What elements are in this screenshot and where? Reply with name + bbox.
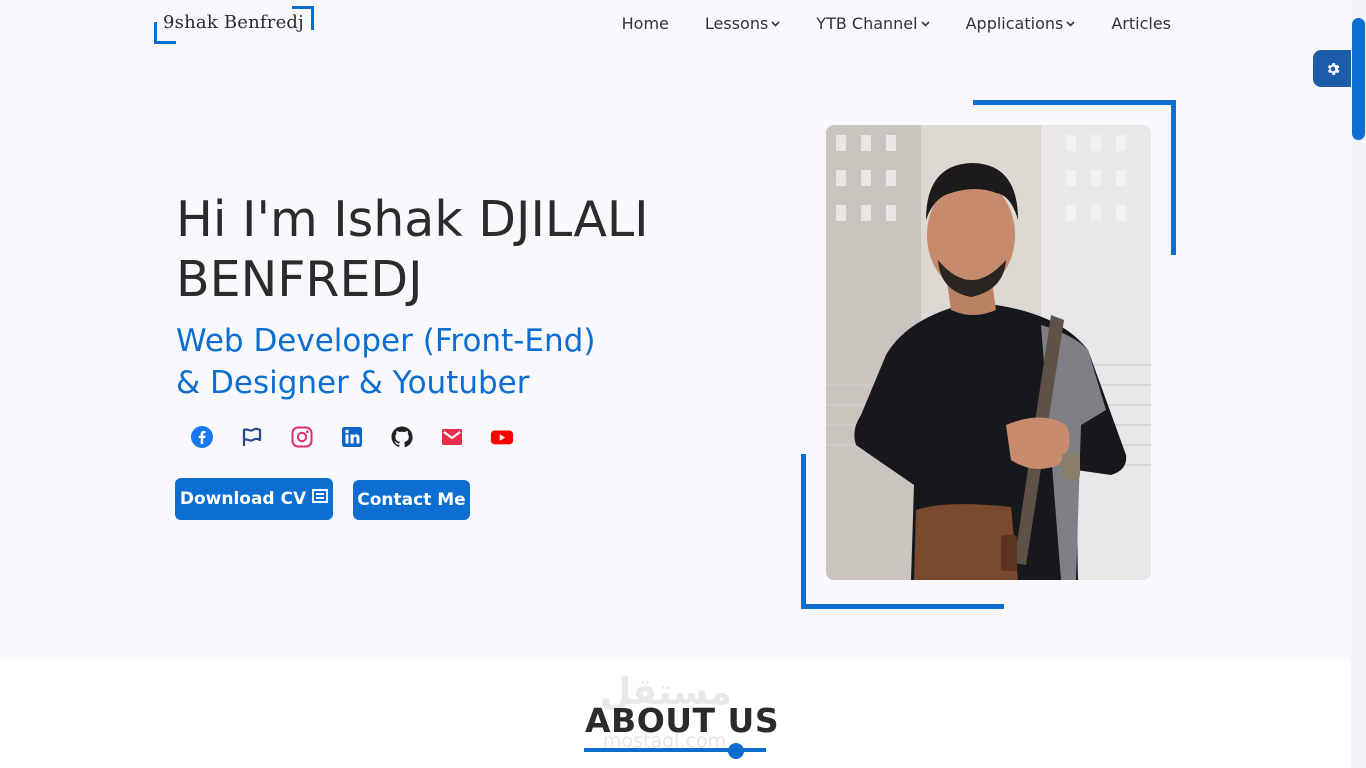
document-icon xyxy=(312,489,329,503)
chevron-down-icon xyxy=(771,19,780,30)
hero-subtitle-line1: Web Developer (Front-End) xyxy=(176,323,596,359)
nav-item-label: YTB Channel xyxy=(816,14,918,33)
site-logo[interactable]: 9shak Benfredj xyxy=(154,6,314,44)
nav-item-lessons[interactable]: Lessons xyxy=(687,14,798,33)
nav-item-label: Applications xyxy=(965,14,1064,33)
about-title-dot xyxy=(728,743,744,759)
top-navbar: 9shak Benfredj Home Lessons YTB Channel … xyxy=(0,0,1366,50)
hero-title: Hi I'm Ishak DJILALI BENFREDJ xyxy=(176,191,649,308)
contact-me-button[interactable]: Contact Me xyxy=(353,480,470,520)
chevron-down-icon xyxy=(1066,19,1075,30)
hero-subtitle: Web Developer (Front-End) & Designer & Y… xyxy=(176,320,696,404)
download-cv-button[interactable]: Download CV xyxy=(175,478,333,520)
logo-text: 9shak Benfredj xyxy=(163,12,304,33)
nav-item-articles[interactable]: Articles xyxy=(1093,14,1171,33)
nav-item-home[interactable]: Home xyxy=(604,14,687,33)
nav-menu: Home Lessons YTB Channel Applications Ar… xyxy=(604,14,1171,33)
flag-icon[interactable] xyxy=(240,425,264,449)
facebook-icon[interactable] xyxy=(190,425,214,449)
linkedin-icon[interactable] xyxy=(340,425,364,449)
chevron-down-icon xyxy=(921,19,930,30)
settings-toggle-button[interactable] xyxy=(1313,50,1353,87)
scrollbar-thumb[interactable] xyxy=(1352,18,1365,140)
nav-item-label: Home xyxy=(621,14,669,33)
profile-photo xyxy=(826,125,1151,580)
gmail-icon[interactable] xyxy=(440,425,464,449)
download-cv-label: Download CV xyxy=(179,489,307,509)
youtube-icon[interactable] xyxy=(490,425,514,449)
nav-item-applications[interactable]: Applications xyxy=(948,14,1094,33)
github-icon[interactable] xyxy=(390,425,414,449)
hero-subtitle-line2: & Designer & Youtuber xyxy=(176,365,530,401)
instagram-icon[interactable] xyxy=(290,425,314,449)
about-section-title: ABOUT US xyxy=(585,701,780,740)
nav-item-ytb-channel[interactable]: YTB Channel xyxy=(798,14,947,33)
nav-item-label: Lessons xyxy=(704,14,769,33)
contact-me-label: Contact Me xyxy=(357,490,466,510)
nav-item-label: Articles xyxy=(1111,14,1171,33)
gear-icon xyxy=(1327,62,1340,75)
social-links xyxy=(190,425,514,449)
hero-section: Hi I'm Ishak DJILALI BENFREDJ Web Develo… xyxy=(0,50,1351,659)
